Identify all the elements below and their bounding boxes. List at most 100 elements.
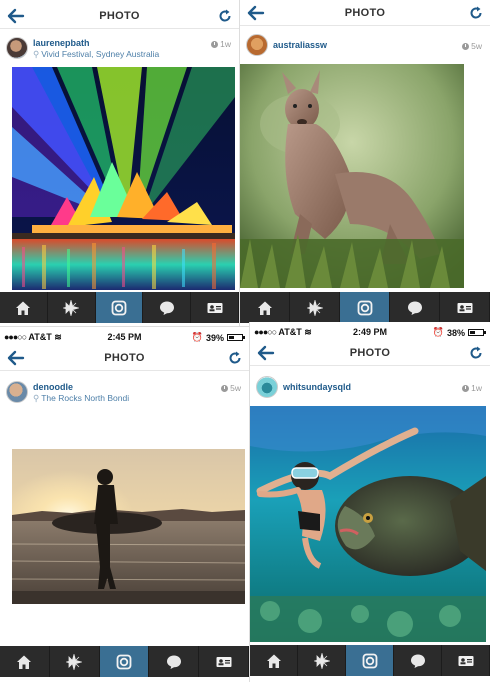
location-label: The Rocks North Bondi <box>41 393 130 403</box>
activity-icon <box>407 300 423 316</box>
post-age: 1w <box>211 39 231 49</box>
tab-bar <box>0 292 239 323</box>
snorkeler-and-fish-image <box>250 406 486 642</box>
tab-activity[interactable] <box>143 292 192 323</box>
tab-home[interactable] <box>0 646 50 677</box>
username[interactable]: australiassw <box>273 40 327 50</box>
camera-icon <box>357 300 373 316</box>
panel-photo-3: ●●●○○ AT&T ≋ 2:45 PM ⏰ 39% PHOTO denoodle… <box>0 326 249 682</box>
tab-bar <box>250 645 490 676</box>
home-icon <box>15 300 31 316</box>
post-header: laurenepbath ⚲ Vivid Festival, Sydney Aus… <box>0 33 239 63</box>
tab-activity[interactable] <box>394 645 442 676</box>
age-label: 5w <box>230 383 241 393</box>
tab-camera[interactable] <box>95 292 144 323</box>
page-title: PHOTO <box>104 352 145 364</box>
tab-bar <box>0 646 249 677</box>
post-age: 5w <box>221 383 241 393</box>
post-age: 1w <box>462 383 482 393</box>
tab-home[interactable] <box>0 292 48 323</box>
camera-icon <box>116 654 132 670</box>
activity-icon <box>410 653 426 669</box>
battery-icon <box>227 334 245 341</box>
refresh-icon[interactable] <box>218 9 232 23</box>
location-label: Vivid Festival, Sydney Australia <box>41 49 160 59</box>
status-bar: ●●●○○ AT&T ≋ 2:45 PM ⏰ 39% <box>0 330 249 344</box>
post-photo[interactable] <box>12 449 245 604</box>
battery-status: ⏰ 38% <box>432 327 486 338</box>
status-bar: ●●●○○ AT&T ≋ 2:49 PM ⏰ 38% <box>250 325 490 339</box>
clock-icon <box>462 384 470 392</box>
username[interactable]: whitsundaysqld <box>283 382 351 392</box>
post-age: 5w <box>462 41 482 51</box>
home-icon <box>16 654 32 670</box>
activity-icon <box>159 300 175 316</box>
tab-explore[interactable] <box>290 292 340 323</box>
age-label: 1w <box>471 383 482 393</box>
tab-explore[interactable] <box>50 646 100 677</box>
avatar[interactable] <box>6 37 28 59</box>
alarm-icon: ⏰ <box>191 332 203 342</box>
refresh-icon[interactable] <box>469 6 483 20</box>
alarm-icon: ⏰ <box>432 327 444 337</box>
tab-camera[interactable] <box>99 646 150 677</box>
opera-house-light-show-image <box>12 67 235 290</box>
camera-icon <box>362 653 378 669</box>
username[interactable]: laurenepbath <box>33 38 90 48</box>
tab-activity[interactable] <box>390 292 440 323</box>
age-label: 5w <box>471 41 482 51</box>
location-pin-icon: ⚲ <box>33 49 40 59</box>
battery-icon <box>468 329 486 336</box>
tab-profile[interactable] <box>191 292 239 323</box>
tab-profile[interactable] <box>199 646 249 677</box>
battery-fill <box>470 331 476 334</box>
panel-photo-2: PHOTO australiassw 5w <box>239 0 490 326</box>
activity-icon <box>166 654 182 670</box>
battery-fill <box>229 336 235 339</box>
explore-icon <box>63 300 79 316</box>
home-icon <box>266 653 282 669</box>
tab-profile[interactable] <box>442 645 490 676</box>
tab-profile[interactable] <box>440 292 490 323</box>
panel-photo-4: ●●●○○ AT&T ≋ 2:49 PM ⏰ 38% PHOTO whitsund… <box>249 322 490 682</box>
tab-activity[interactable] <box>149 646 200 677</box>
avatar[interactable] <box>6 381 28 403</box>
location-link[interactable]: ⚲ Vivid Festival, Sydney Australia <box>33 49 159 60</box>
tab-home[interactable] <box>250 645 298 676</box>
clock-icon <box>211 40 219 48</box>
tab-camera[interactable] <box>340 292 390 323</box>
post-header: australiassw 5w <box>240 30 490 60</box>
post-photo[interactable] <box>12 67 235 290</box>
profile-icon <box>457 300 473 316</box>
tab-home[interactable] <box>240 292 290 323</box>
age-label: 1w <box>220 39 231 49</box>
post-header: denoodle ⚲ The Rocks North Bondi 5w <box>0 377 249 407</box>
refresh-icon[interactable] <box>228 351 242 365</box>
nav-bar: PHOTO <box>240 2 490 26</box>
nav-bar: PHOTO <box>0 347 249 371</box>
nav-bar: PHOTO <box>0 5 239 29</box>
tab-explore[interactable] <box>48 292 96 323</box>
refresh-icon[interactable] <box>469 346 483 360</box>
clock-icon <box>462 42 470 50</box>
nav-bar: PHOTO <box>250 342 490 366</box>
location-link[interactable]: ⚲ The Rocks North Bondi <box>33 393 129 404</box>
avatar[interactable] <box>246 34 268 56</box>
post-header: whitsundaysqld 1w <box>250 372 490 402</box>
camera-icon <box>111 300 127 316</box>
tab-explore[interactable] <box>298 645 346 676</box>
post-photo[interactable] <box>250 406 486 642</box>
explore-icon <box>66 654 82 670</box>
profile-icon <box>216 654 232 670</box>
panel-photo-1: PHOTO laurenepbath ⚲ Vivid Festival, Sydn… <box>0 0 239 326</box>
profile-icon <box>458 653 474 669</box>
avatar[interactable] <box>256 376 278 398</box>
username[interactable]: denoodle <box>33 382 73 392</box>
post-photo[interactable] <box>240 64 464 288</box>
tab-camera[interactable] <box>346 645 394 676</box>
battery-status: ⏰ 39% <box>191 332 245 343</box>
explore-icon <box>307 300 323 316</box>
home-icon <box>257 300 273 316</box>
profile-icon <box>207 300 223 316</box>
tab-bar <box>240 292 490 323</box>
